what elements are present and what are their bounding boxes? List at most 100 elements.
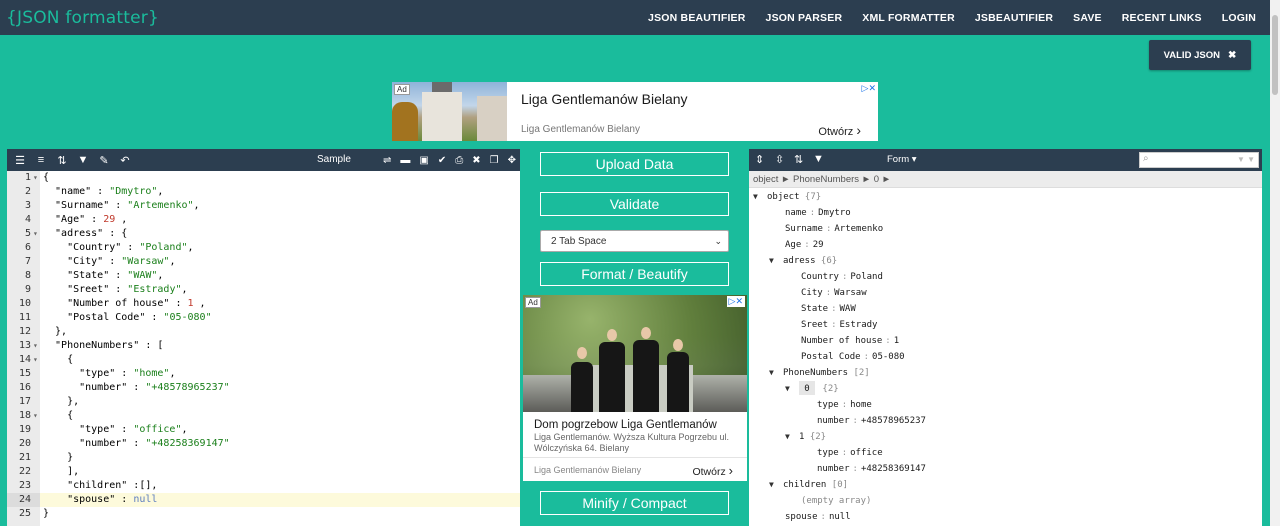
tree-node-key[interactable]: Sreet [801,320,828,330]
tree-node[interactable]: Country: Poland [801,269,883,285]
tree-node[interactable]: Postal Code:05-080 [801,349,905,365]
tree-node[interactable]: number: +48578965237 [817,413,926,429]
expand-toggle-icon[interactable]: ▼ [769,253,783,269]
minify-compact-button[interactable]: Minify / Compact [540,491,729,515]
code-line[interactable]: }, [43,395,520,409]
tree-node-key[interactable]: Age [785,240,801,250]
wrench-icon[interactable]: ✎ [96,153,112,167]
search-nav-arrows-icon[interactable]: ▼ ▼ [1237,155,1255,164]
fold-toggle-icon[interactable]: ▾ [33,353,38,367]
code-line[interactable]: "name" : "Dmytro", [43,185,520,199]
code-line[interactable]: "children" :[], [43,479,520,493]
mode-dropdown[interactable]: Form ▾ [887,154,917,165]
upload-data-button[interactable]: Upload Data [540,152,729,176]
tree-node[interactable]: ▼ adress {6} [769,253,837,269]
ad-card[interactable]: Ad ▷✕ Dom pogrzebow Liga Gentlemanów Lig… [523,295,747,481]
tree-node-key[interactable]: Postal Code [801,352,861,362]
tree-node-value[interactable]: Artemenko [834,224,883,234]
tree-node-key[interactable]: Surname [785,224,823,234]
tree-node-value[interactable]: WAW [840,304,856,314]
expand-toggle-icon[interactable]: ▼ [785,381,799,397]
nav-json-beautifier[interactable]: JSON BEAUTIFIER [648,12,746,24]
tree-node[interactable]: spouse: null [785,509,851,525]
tree-node-value[interactable]: Poland [850,272,883,282]
tree-node-key[interactable]: spouse [785,512,818,522]
tree-node-key[interactable]: children [783,480,826,490]
tree-node-value[interactable]: home [850,400,872,410]
collapse-all-icon[interactable]: ⇳ [775,153,784,166]
code-line[interactable]: } [43,507,520,521]
sort-icon[interactable]: ⇅ [794,153,803,166]
code-line[interactable]: "State" : "WAW", [43,269,520,283]
tree-node-value[interactable]: 29 [813,240,824,250]
expand-toggle-icon[interactable]: ▼ [769,365,783,381]
compact-icon[interactable]: ≡ [33,153,49,167]
tree-node-key[interactable]: type [817,448,839,458]
code-line[interactable]: "Country" : "Poland", [43,241,520,255]
code-line[interactable]: "Surname" : "Artemenko", [43,199,520,213]
tree-node-value[interactable]: +48578965237 [861,416,926,426]
code-line[interactable]: "Number of house" : 1 , [43,297,520,311]
tree-node[interactable]: ▼ 0 {2} [785,381,839,397]
tree-node-value[interactable]: 1 [894,336,899,346]
nav-json-parser[interactable]: JSON PARSER [766,12,843,24]
tree-node-key[interactable]: type [817,400,839,410]
indent-icon[interactable]: ☰ [12,153,28,167]
tree-node[interactable]: type: home [817,397,872,413]
nav-login[interactable]: LOGIN [1222,12,1256,24]
code-line[interactable]: "Age" : 29 , [43,213,520,227]
filter-icon[interactable]: ▼ [75,153,91,167]
tree-node[interactable]: Number of house:1 [801,333,899,349]
fold-toggle-icon[interactable]: ▾ [33,227,38,241]
ad-open-link[interactable]: Otwórz › [818,122,861,138]
clear-icon[interactable]: ✖ [472,155,480,166]
tree-node-value[interactable]: Warsaw [834,288,867,298]
ad-choices-icon[interactable]: ▷✕ [862,83,876,94]
tree-node-key[interactable]: adress [783,256,816,266]
tree-node[interactable]: (empty array) [801,493,871,509]
nav-jsbeautifier[interactable]: JSBEAUTIFIER [975,12,1053,24]
tree-search-input[interactable]: ⌕ ▼ ▼ [1139,152,1259,168]
folder-icon[interactable]: ▬ [400,155,410,166]
code-line[interactable]: "Postal Code" : "05-080" [43,311,520,325]
tree-node-key[interactable]: State [801,304,828,314]
tree-node[interactable]: City: Warsaw [801,285,867,301]
expand-toggle-icon[interactable]: ▼ [769,477,783,493]
validate-button[interactable]: Validate [540,192,729,216]
tree-node-key[interactable]: name [785,208,807,218]
undo-icon[interactable]: ↶ [117,153,133,167]
expand-all-icon[interactable]: ⇕ [755,153,764,166]
code-line[interactable]: } [43,451,520,465]
fold-toggle-icon[interactable]: ▾ [33,171,38,185]
nav-recent-links[interactable]: RECENT LINKS [1122,12,1202,24]
tree-node[interactable]: Surname: Artemenko [785,221,883,237]
breadcrumb[interactable]: object ► PhoneNumbers ► 0 ► [749,171,1262,188]
code-line[interactable]: { [43,171,520,185]
nav-save[interactable]: SAVE [1073,12,1102,24]
code-line[interactable]: "number" : "+48578965237" [43,381,520,395]
format-beautify-button[interactable]: Format / Beautify [540,262,729,286]
sort-icon[interactable]: ⇅ [54,153,70,167]
code-line[interactable]: "spouse" : null [40,493,520,507]
tree-node[interactable]: number: +48258369147 [817,461,926,477]
check-icon[interactable]: ✔ [438,155,446,166]
code-line[interactable]: { [43,353,520,367]
tree-node-key[interactable]: Country [801,272,839,282]
tree-node-key[interactable]: number [817,464,850,474]
save-icon[interactable]: ▣ [419,155,428,166]
code-line[interactable]: "type" : "home", [43,367,520,381]
fold-toggle-icon[interactable]: ▾ [33,339,38,353]
nav-xml-formatter[interactable]: XML FORMATTER [862,12,955,24]
tree-node[interactable]: ▼ PhoneNumbers [2] [769,365,870,381]
site-logo[interactable]: {JSON formatter} [6,8,159,28]
tree-node[interactable]: Sreet: Estrady [801,317,877,333]
tree-node[interactable]: name: Dmytro [785,205,851,221]
tree-node[interactable]: Age:29 [785,237,824,253]
code-line[interactable]: "Sreet" : "Estrady", [43,283,520,297]
tree-node[interactable]: State: WAW [801,301,856,317]
code-line[interactable]: ], [43,465,520,479]
code-line[interactable]: "PhoneNumbers" : [ [43,339,520,353]
page-scrollbar[interactable] [1270,0,1280,526]
code-line[interactable]: "City" : "Warsaw", [43,255,520,269]
tree-node-value[interactable]: office [850,448,883,458]
